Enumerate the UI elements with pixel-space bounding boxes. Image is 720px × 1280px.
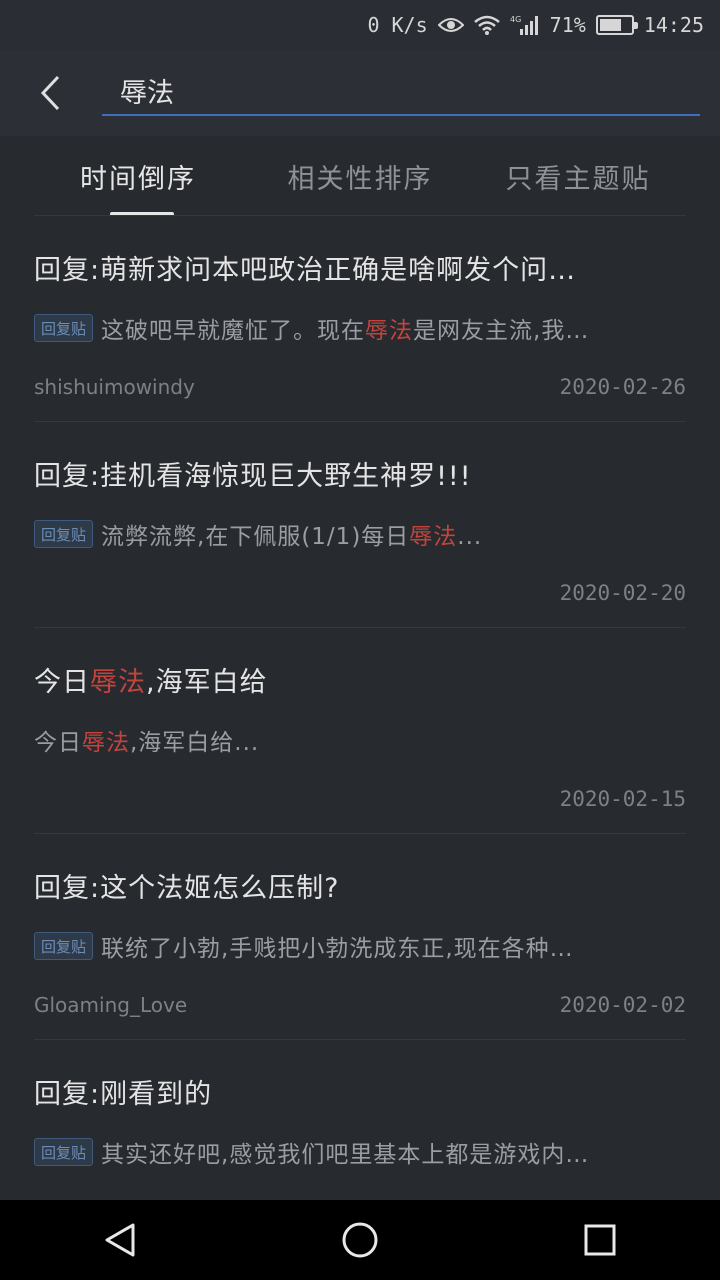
snippet-row: 回复贴 流弊流弊,在下佩服(1/1)每日辱法... — [34, 518, 686, 550]
net-speed: 0 K/s — [367, 13, 428, 37]
tab-label: 只看主题贴 — [505, 163, 651, 195]
nav-back-button[interactable] — [60, 1200, 180, 1280]
search-header — [0, 50, 720, 136]
post-meta: 2020-02-20 — [34, 578, 686, 608]
post-date: 2020-02-02 — [559, 993, 686, 1017]
battery-fill — [599, 19, 622, 31]
circle-home-icon — [342, 1222, 378, 1258]
post-title: 回复:刚看到的 — [34, 1079, 213, 1110]
list-item[interactable]: 今日辱法,海军白给 今日辱法,海军白给... 2020-02-15 — [34, 628, 686, 834]
post-date: 2020-02-15 — [559, 787, 686, 811]
clock: 14:25 — [643, 13, 704, 37]
keyword-highlight: 辱法 — [82, 730, 130, 756]
snippet-row: 今日辱法,海军白给... — [34, 724, 686, 756]
sort-tabs: 时间倒序 相关性排序 只看主题贴 — [0, 136, 720, 216]
author-name[interactable]: Gloaming_Love — [34, 993, 187, 1017]
post-title: 回复:萌新求问本吧政治正确是啥啊发个问… — [34, 255, 577, 286]
battery-percent: 71% — [549, 13, 586, 37]
battery-icon — [595, 15, 638, 35]
square-recents-icon — [584, 1224, 616, 1256]
nav-home-button[interactable] — [300, 1200, 420, 1280]
snippet-row: 回复贴 联统了小勃,手贱把小勃洗成东正,现在各种… — [34, 930, 686, 962]
keyword-highlight: 辱法 — [365, 318, 414, 344]
post-date: 2020-02-26 — [559, 375, 686, 399]
reply-badge: 回复贴 — [34, 520, 94, 548]
post-snippet: 今日辱法,海军白给... — [34, 730, 260, 756]
search-input[interactable] — [102, 66, 700, 114]
signal-icon: 4G — [510, 14, 540, 36]
back-button[interactable] — [0, 50, 100, 136]
post-meta: shishuimowindy 2020-02-26 — [34, 372, 686, 402]
wifi-icon — [473, 15, 500, 35]
triangle-back-icon — [105, 1223, 135, 1257]
author-name[interactable]: shishuimowindy — [34, 375, 195, 399]
reply-badge: 回复贴 — [34, 932, 94, 960]
nav-recents-button[interactable] — [540, 1200, 660, 1280]
reply-badge: 回复贴 — [34, 314, 94, 342]
keyword-highlight: 辱法 — [90, 667, 146, 698]
back-arrow-icon — [40, 75, 60, 111]
list-item[interactable]: 回复:这个法姬怎么压制? 回复贴 联统了小勃,手贱把小勃洗成东正,现在各种… G… — [34, 834, 686, 1040]
post-title: 回复:这个法姬怎么压制? — [34, 873, 340, 904]
keyword-highlight: 辱法 — [409, 524, 458, 550]
tab-threads-only[interactable]: 只看主题贴 — [470, 136, 686, 216]
post-title: 回复:挂机看海惊现巨大野生神罗!!! — [34, 461, 472, 492]
post-date: 2020-02-20 — [559, 581, 686, 605]
snippet-row: 回复贴 其实还好吧,感觉我们吧里基本上都是游戏内… — [34, 1136, 686, 1168]
post-title: 今日辱法,海军白给 — [34, 667, 268, 698]
tab-label: 相关性排序 — [287, 163, 433, 195]
post-meta: Gloaming_Love 2020-02-02 — [34, 990, 686, 1020]
search-box — [102, 66, 700, 116]
status-bar: 0 K/s 4G 71% 14:25 — [0, 0, 720, 50]
result-list: 回复:萌新求问本吧政治正确是啥啊发个问… 回复贴 这破吧早就魔怔了。现在辱法是网… — [0, 216, 720, 1246]
snippet-row: 回复贴 这破吧早就魔怔了。现在辱法是网友主流,我… — [34, 312, 686, 344]
post-snippet: 流弊流弊,在下佩服(1/1)每日辱法... — [101, 524, 483, 550]
post-meta: 2020-02-15 — [34, 784, 686, 814]
tab-relevance[interactable]: 相关性排序 — [252, 136, 468, 216]
reply-badge: 回复贴 — [34, 1138, 94, 1166]
tab-label: 时间倒序 — [80, 163, 196, 195]
eye-icon — [437, 16, 464, 34]
post-snippet: 其实还好吧,感觉我们吧里基本上都是游戏内… — [101, 1142, 590, 1168]
system-nav-bar — [0, 1200, 720, 1280]
tab-time-desc[interactable]: 时间倒序 — [34, 136, 250, 216]
list-item[interactable]: 回复:挂机看海惊现巨大野生神罗!!! 回复贴 流弊流弊,在下佩服(1/1)每日辱… — [34, 422, 686, 628]
post-snippet: 联统了小勃,手贱把小勃洗成东正,现在各种… — [101, 936, 574, 962]
post-snippet: 这破吧早就魔怔了。现在辱法是网友主流,我… — [101, 318, 590, 344]
network-type: 4G — [510, 15, 521, 24]
list-item[interactable]: 回复:萌新求问本吧政治正确是啥啊发个问… 回复贴 这破吧早就魔怔了。现在辱法是网… — [34, 216, 686, 422]
